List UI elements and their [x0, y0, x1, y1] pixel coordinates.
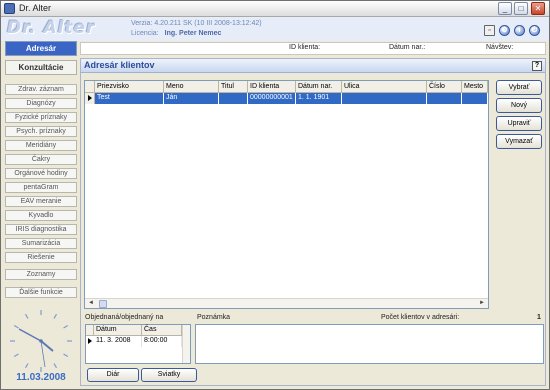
table-row[interactable]: Test Ján 00000000001 1. 1. 1901: [85, 93, 488, 104]
column-header-meno[interactable]: Meno: [164, 81, 219, 93]
tab-adresar[interactable]: Adresár: [5, 41, 77, 56]
column-header-ulica[interactable]: Ulica: [342, 81, 427, 93]
new-button[interactable]: Nový: [496, 98, 542, 113]
holidays-button[interactable]: Sviatky: [141, 368, 197, 382]
column-header-titul[interactable]: Titul: [219, 81, 248, 93]
current-date: 11.03.2008: [16, 372, 66, 383]
sidebar-item-cakry[interactable]: Čakry: [5, 154, 77, 165]
birth-date-label: Dátum nar.:: [389, 44, 426, 51]
horizontal-scrollbar[interactable]: ◄ ►: [85, 298, 488, 308]
cell-datum-nar[interactable]: 1. 1. 1901: [296, 93, 342, 104]
sidebar-item-pentagram[interactable]: pentaGram: [5, 182, 77, 193]
client-info-bar: ID klienta: Dátum nar.: Návštev:: [80, 42, 546, 55]
sidebar-item-riesenie[interactable]: Riešenie: [5, 252, 77, 263]
title-bar[interactable]: Dr. Alter _ □ ✕: [1, 1, 549, 17]
info-icon[interactable]: i: [514, 25, 525, 36]
select-button[interactable]: Vybrať: [496, 80, 542, 95]
licence-text: Licencia: Ing. Peter Nemec: [131, 30, 221, 37]
app-header: Dr. Alter Verzia: 4.20.211 SK (10 III 20…: [1, 17, 549, 41]
window-title: Dr. Alter: [19, 3, 52, 13]
column-header-datum-nar[interactable]: Dátum nar.: [296, 81, 342, 93]
settings-icon[interactable]: ⚙: [499, 25, 510, 36]
sidebar-item-psych-priznaky[interactable]: Psych. príznaky: [5, 126, 77, 137]
row-pointer-icon: [86, 336, 94, 347]
orders-cell-datum[interactable]: 11. 3. 2008: [94, 336, 142, 347]
sidebar-item-fyzicke-priznaky[interactable]: Fyzické príznaky: [5, 112, 77, 123]
column-header-priezvisko[interactable]: Priezvisko: [95, 81, 164, 93]
clients-table[interactable]: Priezvisko Meno Titul ID klienta Dátum n…: [84, 80, 489, 309]
sidebar-item-meridiany[interactable]: Meridiány: [5, 140, 77, 151]
orders-indicator-header: [86, 325, 94, 336]
client-count-value: 1: [537, 314, 541, 321]
sidebar-item-kyvadlo[interactable]: Kyvadlo: [5, 210, 77, 221]
cell-priezvisko[interactable]: Test: [95, 93, 164, 104]
tab-konzultacie[interactable]: Konzultácie: [5, 60, 77, 75]
client-address-panel: Adresár klientov ? Priezvisko Meno Titul…: [80, 58, 546, 386]
note-textarea[interactable]: [195, 324, 544, 364]
column-header-id-klienta[interactable]: ID klienta: [248, 81, 296, 93]
orders-vertical-scrollbar[interactable]: [182, 325, 190, 363]
sidebar-item-sumarizacia[interactable]: Sumarizácia: [5, 238, 77, 249]
column-header-mesto[interactable]: Mesto: [462, 81, 488, 93]
help-button[interactable]: ?: [532, 61, 542, 71]
cell-meno[interactable]: Ján: [164, 93, 219, 104]
scroll-left-icon[interactable]: ◄: [88, 300, 94, 306]
close-button[interactable]: ✕: [531, 2, 545, 15]
diary-button[interactable]: Diár: [87, 368, 139, 382]
sidebar-item-eav-meranie[interactable]: EAV meranie: [5, 196, 77, 207]
clock-icon: [10, 310, 72, 372]
cell-cislo[interactable]: [427, 93, 462, 104]
app-icon: [4, 3, 15, 14]
panel-header: Adresár klientov ?: [81, 59, 545, 73]
minimize-button[interactable]: _: [498, 2, 512, 15]
licence-name: Ing. Peter Nemec: [164, 30, 222, 37]
scroll-right-icon[interactable]: ►: [479, 300, 485, 306]
power-icon[interactable]: ⏻: [529, 25, 540, 36]
client-id-label: ID klienta:: [289, 44, 321, 51]
sidebar-item-zoznamy[interactable]: Zoznamy: [5, 269, 77, 280]
sidebar-item-dalsie-funkcie[interactable]: Ďalšie funkcie: [5, 287, 77, 298]
orders-column-datum[interactable]: Dátum: [94, 325, 142, 336]
cell-mesto[interactable]: [462, 93, 488, 104]
app-window: Dr. Alter _ □ ✕ Dr. Alter Verzia: 4.20.2…: [0, 0, 550, 390]
maximize-button[interactable]: □: [514, 2, 528, 15]
cell-id-klienta[interactable]: 00000000001: [248, 93, 296, 104]
panel-title: Adresár klientov: [84, 60, 155, 70]
cell-titul[interactable]: [219, 93, 248, 104]
row-pointer-icon: [85, 93, 95, 104]
scroll-thumb[interactable]: [99, 300, 107, 308]
sidebar-item-diagnozy[interactable]: Diagnózy: [5, 98, 77, 109]
client-count-label: Počet klientov v adresári:: [381, 314, 460, 321]
delete-button[interactable]: Vymazať: [496, 134, 542, 149]
note-label: Poznámka: [197, 314, 231, 321]
licence-label: Licencia:: [131, 30, 159, 37]
version-text: Verzia: 4.20.211 SK (10 III 2008-13:12:4…: [131, 20, 262, 27]
orders-cell-cas[interactable]: 8:00:00: [142, 336, 182, 347]
orders-table[interactable]: Dátum Čas 11. 3. 2008 8:00:00: [85, 324, 191, 364]
edit-button[interactable]: Upraviť: [496, 116, 542, 131]
orders-label: Objednaná/objednaný na: [85, 314, 164, 321]
sidebar: Adresár Konzultácie Zdrav. záznam Diagnó…: [3, 41, 78, 389]
row-indicator-header: [85, 81, 95, 93]
orders-column-cas[interactable]: Čas: [142, 325, 182, 336]
column-header-cislo[interactable]: Číslo: [427, 81, 462, 93]
app-logo: Dr. Alter: [7, 18, 96, 38]
sidebar-item-zdrav-zaznam[interactable]: Zdrav. záznam: [5, 84, 77, 95]
sidebar-item-organove-hodiny[interactable]: Orgánové hodiny: [5, 168, 77, 179]
sidebar-item-iris-diagnostika[interactable]: IRIS diagnostika: [5, 224, 77, 235]
visits-label: Návštev:: [486, 44, 514, 51]
window-icon[interactable]: ▫: [484, 25, 495, 36]
cell-ulica[interactable]: [342, 93, 427, 104]
table-header: Priezvisko Meno Titul ID klienta Dátum n…: [85, 81, 488, 93]
